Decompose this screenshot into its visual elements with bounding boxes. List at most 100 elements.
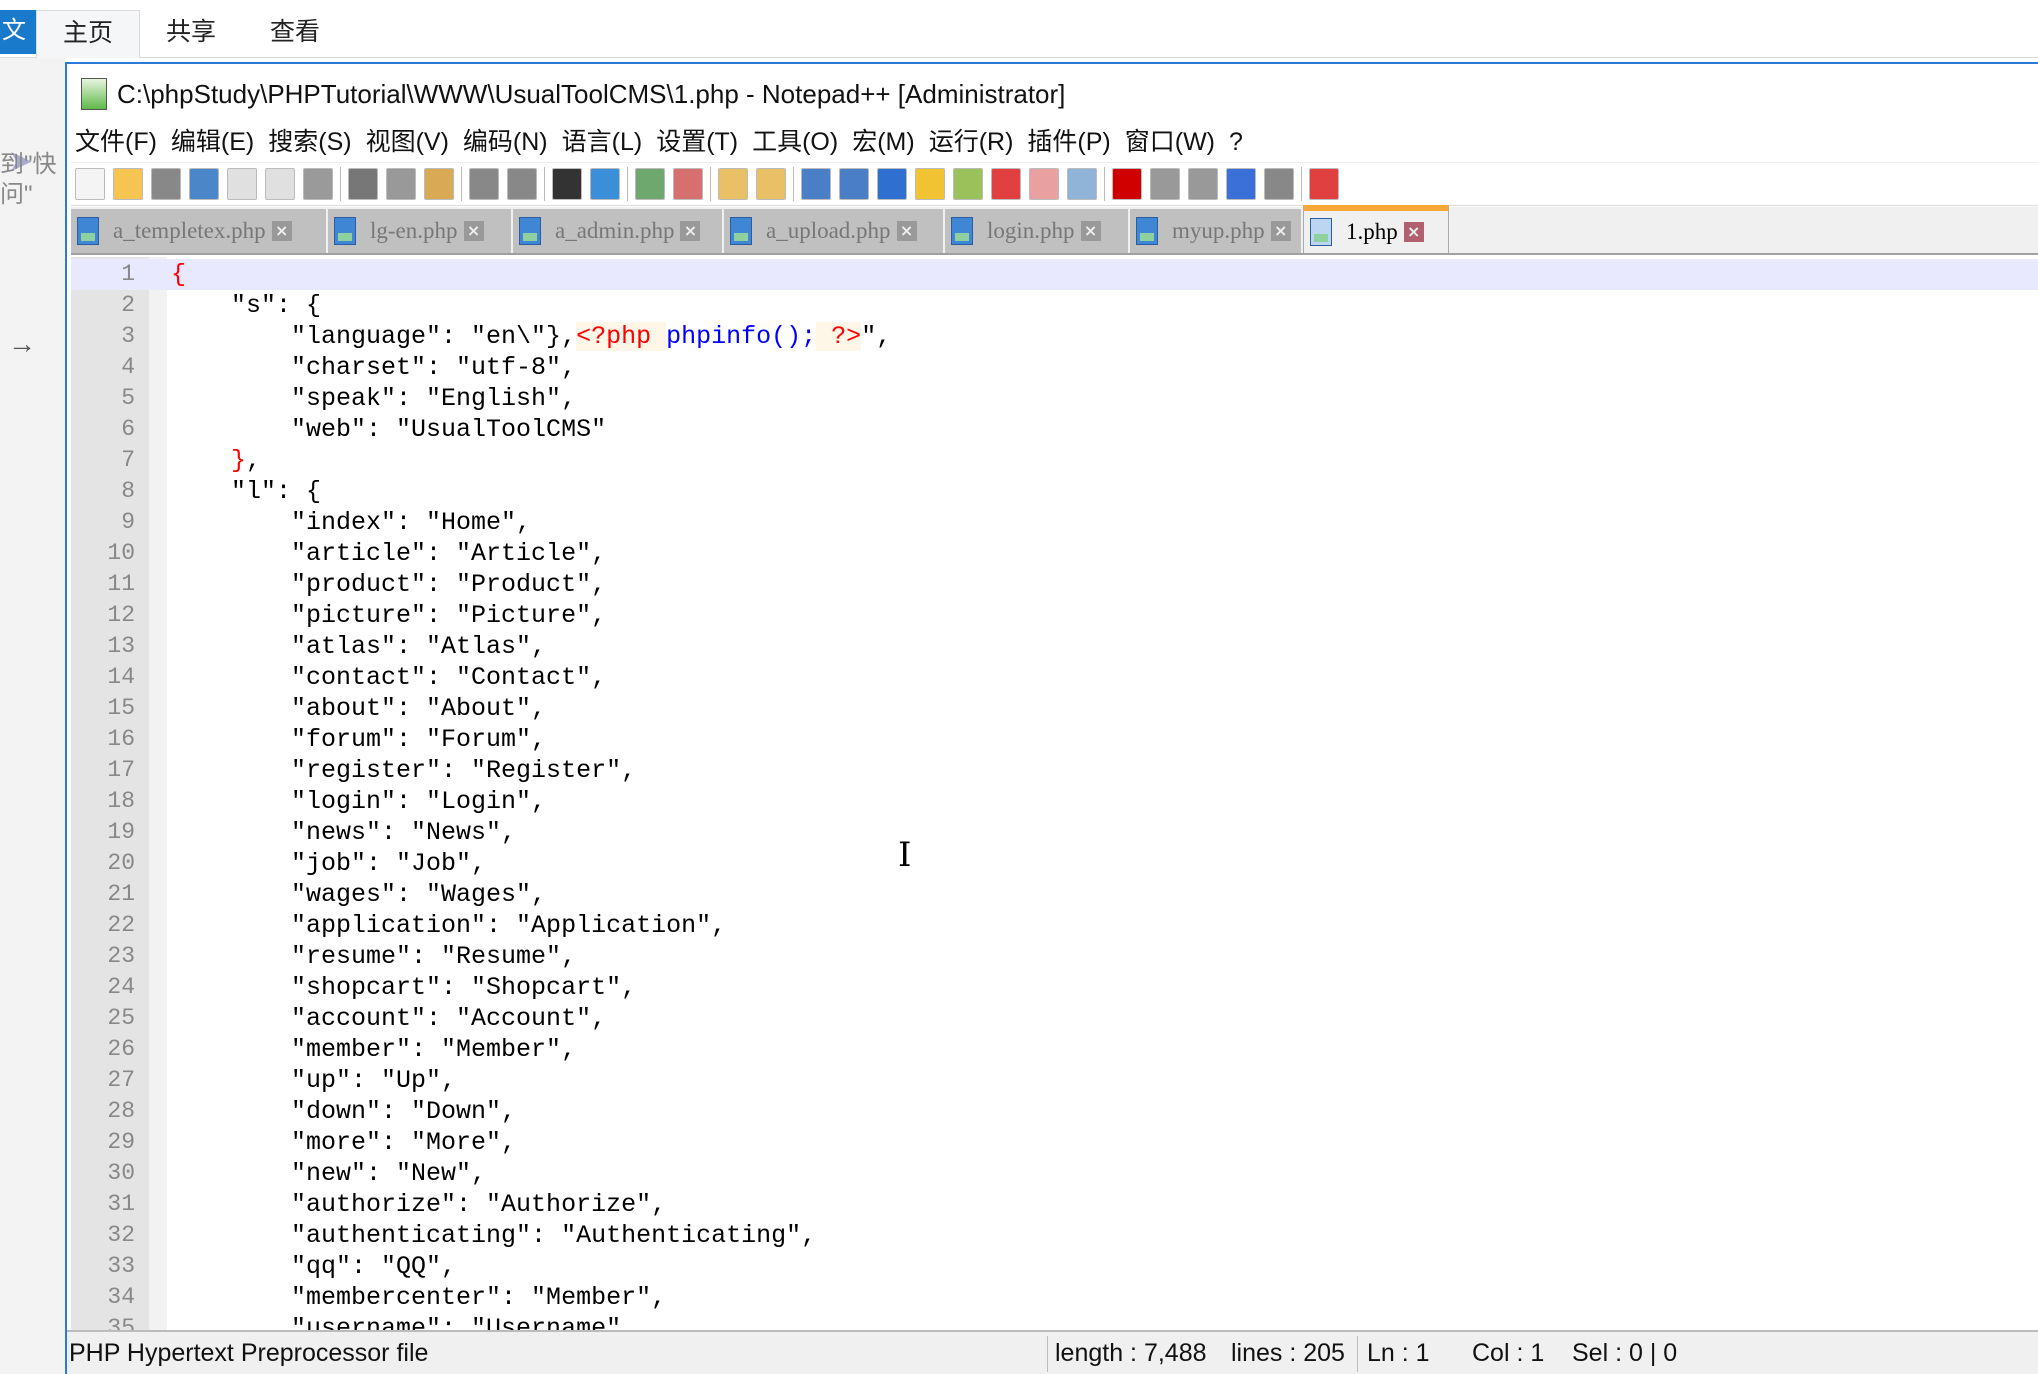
save-macro-icon[interactable] (1264, 168, 1294, 200)
menu-item[interactable]: ? (1229, 124, 1243, 160)
arrow-right-icon[interactable]: → (8, 328, 36, 360)
line-number: 13 (107, 633, 135, 659)
menu-item[interactable]: 视图(V) (366, 124, 449, 160)
menu-item[interactable]: 设置(T) (656, 124, 738, 160)
menu-item[interactable]: 编辑(E) (171, 124, 254, 160)
tab-a-upload-php[interactable]: a_upload.php × (724, 209, 945, 253)
udl-icon[interactable] (915, 168, 945, 200)
close-all-icon[interactable] (265, 168, 295, 200)
code-line: 31 "authorize": "Authorize", (71, 1189, 2038, 1220)
paste-icon[interactable] (424, 168, 454, 200)
menu-item[interactable]: 语言(L) (562, 124, 643, 160)
close-tab-icon[interactable]: × (1080, 221, 1101, 241)
show-all-chars-icon[interactable] (839, 168, 869, 200)
code-editor[interactable]: 1{2 "s": {3 "language": "en\"},<?php php… (71, 257, 2038, 1330)
close-tab-icon[interactable]: × (1270, 221, 1291, 241)
code-line: 19 "news": "News", (71, 817, 2038, 848)
code-token: "username": "Username" (171, 1314, 622, 1330)
menu-item[interactable]: 宏(M) (852, 124, 914, 160)
save-all-icon[interactable] (189, 168, 219, 200)
close-tab-icon[interactable]: × (1403, 222, 1424, 242)
undo-icon[interactable] (469, 168, 499, 200)
monitoring-icon[interactable] (1067, 168, 1097, 200)
explorer-text-fragment: 问" (0, 181, 33, 208)
ribbon-tab-share[interactable]: 共享 (140, 10, 242, 58)
tab-login-php[interactable]: login.php × (945, 209, 1130, 253)
function-list-icon[interactable] (991, 168, 1021, 200)
menu-item[interactable]: 窗口(W) (1125, 124, 1215, 160)
close-tab-icon[interactable]: × (680, 221, 701, 241)
code-line: 8 "l": { (71, 476, 2038, 507)
save-status-icon (1136, 217, 1158, 245)
menu-item[interactable]: 运行(R) (929, 124, 1014, 160)
menu-item[interactable]: 文件(F) (75, 124, 157, 160)
sync-horizontal-icon[interactable] (756, 168, 786, 200)
record-macro-icon[interactable] (1112, 168, 1142, 200)
code-text: "job": "Job", (171, 848, 486, 879)
code-line: 6 "web": "UsualToolCMS" (71, 414, 2038, 445)
close-tab-icon[interactable]: × (896, 221, 917, 241)
toolbar-separator (793, 167, 794, 201)
copy-icon[interactable] (386, 168, 416, 200)
open-file-icon[interactable] (113, 168, 143, 200)
line-number: 2 (121, 292, 135, 318)
print-icon[interactable] (303, 168, 333, 200)
ribbon-file-tab[interactable]: 文 (0, 10, 36, 54)
code-line: 30 "new": "New", (71, 1158, 2038, 1189)
tab-myup-php[interactable]: myup.php × (1130, 209, 1303, 253)
ribbon-tab-home[interactable]: 主页 (36, 10, 141, 58)
code-text: "membercenter": "Member", (171, 1282, 666, 1313)
close-tab-icon[interactable]: × (271, 221, 292, 241)
line-number: 21 (107, 881, 135, 907)
find-icon[interactable] (552, 168, 582, 200)
code-token: "web": "UsualToolCMS" (171, 415, 607, 444)
save-status-icon (519, 217, 541, 245)
tab-1-php[interactable]: 1.php × (1303, 205, 1449, 253)
line-number: 23 (107, 943, 135, 969)
code-token: { (171, 260, 187, 289)
save-status-icon (77, 217, 99, 245)
run-macro-multiple-icon[interactable] (1226, 168, 1256, 200)
line-number: 29 (107, 1129, 135, 1155)
line-number: 1 (121, 261, 135, 287)
menu-item[interactable]: 搜索(S) (268, 124, 351, 160)
tab-a-admin-php[interactable]: a_admin.php × (513, 209, 724, 253)
indent-guide-icon[interactable] (877, 168, 907, 200)
text-cursor-ibeam: I (898, 835, 912, 875)
tab-lg-en-php[interactable]: lg-en.php × (328, 209, 513, 253)
line-number: 5 (121, 385, 135, 411)
status-bar: PHP Hypertext Preprocessor file length :… (67, 1330, 2038, 1374)
sync-vertical-icon[interactable] (718, 168, 748, 200)
ribbon-tab-view[interactable]: 查看 (244, 10, 346, 58)
new-file-icon[interactable] (75, 168, 105, 200)
code-token: "up": "Up", (171, 1066, 457, 1095)
cut-icon[interactable] (348, 168, 378, 200)
word-wrap-icon[interactable] (801, 168, 831, 200)
code-line: 17 "register": "Register", (71, 755, 2038, 786)
menu-item[interactable]: 编码(N) (463, 124, 548, 160)
code-text: "account": "Account", (171, 1003, 606, 1034)
line-number: 15 (107, 695, 135, 721)
folder-workspace-icon[interactable] (1029, 168, 1059, 200)
code-token: "contact": "Contact", (171, 663, 607, 692)
menu-item[interactable]: 插件(P) (1027, 124, 1110, 160)
code-line: 34 "membercenter": "Member", (71, 1282, 2038, 1313)
play-macro-icon[interactable] (1188, 168, 1218, 200)
doc-map-icon[interactable] (953, 168, 983, 200)
line-number: 30 (107, 1160, 135, 1186)
close-tab-icon[interactable]: × (463, 221, 484, 241)
zoom-in-icon[interactable] (635, 168, 665, 200)
redo-icon[interactable] (507, 168, 537, 200)
line-number: 31 (107, 1191, 135, 1217)
code-text: "contact": "Contact", (171, 662, 606, 693)
tab-a-templetex-php[interactable]: a_templetex.php × (71, 209, 328, 253)
code-token: "shopcart": "Shopcart", (171, 973, 637, 1002)
replace-icon[interactable] (590, 168, 620, 200)
spell-check-icon[interactable] (1309, 168, 1339, 200)
save-icon[interactable] (151, 168, 181, 200)
stop-macro-icon[interactable] (1150, 168, 1180, 200)
menu-item[interactable]: 工具(O) (752, 124, 838, 160)
close-icon[interactable] (227, 168, 257, 200)
zoom-out-icon[interactable] (673, 168, 703, 200)
